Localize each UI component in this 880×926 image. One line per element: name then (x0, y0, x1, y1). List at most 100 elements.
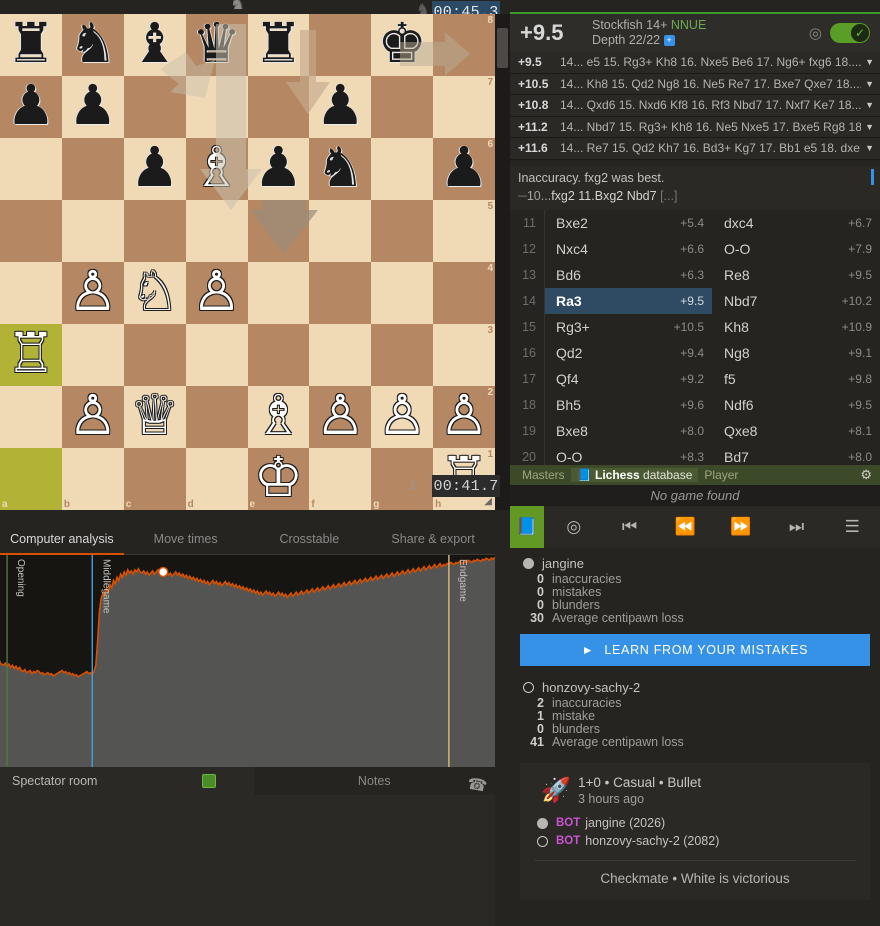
move-black-17[interactable]: f5 +9.8 (712, 366, 880, 392)
square-h7[interactable]: 7 (433, 76, 495, 138)
gear-icon[interactable]: ⚙ (860, 467, 872, 483)
move-black-12[interactable]: O-O +7.9 (712, 236, 880, 262)
engine-variations[interactable]: +9.5 14... e5 15. Rg3+ Kh8 16. Nxe5 Be6 1… (510, 52, 880, 160)
piece-white-p-h2[interactable]: ♙ (433, 386, 495, 448)
engine-line-1[interactable]: +9.5 14... e5 15. Rg3+ Kh8 16. Nxe5 Be6 1… (510, 52, 880, 74)
piece-black-p-b7[interactable]: ♟ (62, 76, 124, 138)
analysis-toggle-button[interactable]: ◎ (546, 506, 602, 548)
piece-white-p-g2[interactable]: ♙ (371, 386, 433, 448)
move-black-13[interactable]: Re8 +9.5 (712, 262, 880, 288)
move-white-16[interactable]: Qd2 +9.4 (544, 340, 712, 366)
piece-black-p-e6[interactable]: ♟ (248, 138, 310, 200)
eval-chart-svg[interactable]: Opening Middlegame Endgame (0, 555, 495, 767)
square-h8[interactable]: 8 (433, 14, 495, 76)
square-c5[interactable] (123, 200, 186, 262)
chart-current-move-marker[interactable] (157, 566, 169, 578)
square-d5[interactable] (185, 200, 248, 262)
opening-book-button[interactable]: 📘 (510, 506, 544, 548)
square-d7[interactable] (185, 76, 248, 138)
piece-white-p-b4[interactable]: ♙ (62, 262, 124, 324)
move-black-16[interactable]: Ng8 +9.1 (712, 340, 880, 366)
piece-white-n-c4[interactable]: ♘ (124, 262, 186, 324)
square-c7[interactable] (123, 76, 186, 138)
chevron-down-icon[interactable]: ▼ (865, 143, 874, 153)
tab-notes[interactable]: Notes ☎ (254, 767, 496, 796)
move-black-18[interactable]: Ndf6 +9.5 (712, 392, 880, 418)
engine-line-3[interactable]: +10.8 14... Qxd6 15. Nxd6 Kf8 16. Rf3 Nbd… (510, 95, 880, 117)
last-move-button[interactable]: ⏭ (769, 506, 825, 548)
move-white-11[interactable]: Bxe2 +5.4 (544, 210, 712, 236)
db-tab-lichess[interactable]: 📘 Lichess database (570, 468, 699, 482)
square-b6[interactable] (61, 138, 124, 200)
chat-tabs[interactable]: Spectator room Notes ☎ (0, 767, 496, 796)
move-white-15[interactable]: Rg3+ +10.5 (544, 314, 712, 340)
white-player-head[interactable]: jangine (520, 556, 870, 571)
engine-line-2[interactable]: +10.5 14... Kh8 15. Qd2 Ng8 16. Ne5 Re7 1… (510, 73, 880, 95)
db-tab-masters[interactable]: Masters (516, 468, 571, 482)
square-a1[interactable]: a (0, 448, 62, 510)
move-black-11[interactable]: dxc4 +6.7 (712, 210, 880, 236)
piece-white-p-f2[interactable]: ♙ (309, 386, 371, 448)
square-f5[interactable] (309, 200, 372, 262)
square-b1[interactable]: b (61, 448, 124, 510)
chevron-down-icon[interactable]: ▼ (865, 57, 874, 67)
square-e7[interactable] (247, 76, 310, 138)
move-black-19[interactable]: Qxe8 +8.1 (712, 418, 880, 444)
tab-spectator-room[interactable]: Spectator room (0, 767, 254, 795)
comment-ellipsis[interactable]: [...] (660, 189, 677, 203)
move-white-18[interactable]: Bh5 +9.6 (544, 392, 712, 418)
chevron-down-icon[interactable]: ▼ (865, 79, 874, 89)
square-e3[interactable] (247, 324, 310, 386)
db-tab-player[interactable]: Player (698, 468, 744, 482)
engine-plus-badge[interactable]: + (663, 35, 675, 46)
analysis-tabs[interactable]: Computer analysis Move times Crosstable Sha… (0, 526, 495, 555)
square-h5[interactable]: 5 (433, 200, 495, 262)
square-a6[interactable] (0, 138, 62, 200)
piece-white-q-c2[interactable]: ♕ (124, 386, 186, 448)
square-d1[interactable]: d (185, 448, 248, 510)
square-a2[interactable] (0, 386, 62, 448)
square-g7[interactable] (371, 76, 434, 138)
learn-from-mistakes-button[interactable]: ► LEARN FROM YOUR MISTAKES (520, 634, 870, 666)
square-a5[interactable] (0, 200, 62, 262)
chess-board[interactable]: ♜ ♞ ♝ ♛ ♜ ♚ 8 ♟ ♟ ♟ 7 ♟ ♗ ♟ ♞ 6 ♟ 5 ♙ ♘ ♙ 4 ♖ 3 ♙ ♕ ♗ ♙ ♙ 2 ♙ a b c d e ♔ f g 1… (0, 14, 495, 510)
square-c3[interactable] (123, 324, 186, 386)
square-b3[interactable] (61, 324, 124, 386)
square-f1[interactable]: f (309, 448, 372, 510)
tab-share-export[interactable]: Share & export (371, 526, 495, 555)
board-controls[interactable]: 📘 ◎ ⏮ ⏪ ⏩ ⏭ ☰ (510, 506, 880, 548)
move-black-14[interactable]: Nbd7 +10.2 (712, 288, 880, 314)
engine-toggle[interactable]: ✓ (830, 23, 870, 43)
piece-black-r-a8[interactable]: ♜ (0, 14, 62, 76)
move-white-19[interactable]: Bxe8 +8.0 (544, 418, 712, 444)
piece-black-b-c8[interactable]: ♝ (124, 14, 186, 76)
piece-black-p-f7[interactable]: ♟ (309, 76, 371, 138)
square-a4[interactable] (0, 262, 62, 324)
square-f3[interactable] (309, 324, 372, 386)
piece-black-n-b8[interactable]: ♞ (62, 14, 124, 76)
move-list[interactable]: 11 Bxe2 +5.4 dxc4 +6.7 12 Nxc4 +6.6 O-O +7.9 13 Bd6… (510, 210, 880, 465)
piece-white-k-e1[interactable]: ♔ (248, 448, 310, 510)
tab-computer-analysis[interactable]: Computer analysis (0, 526, 124, 555)
black-player-head[interactable]: honzovy-sachy-2 (520, 680, 870, 695)
move-white-20[interactable]: O-O +8.3 (544, 444, 712, 465)
scrollbar-thumb[interactable] (497, 28, 508, 68)
move-black-20[interactable]: Bd7 +8.0 (712, 444, 880, 465)
piece-black-q-d8[interactable]: ♛ (186, 14, 248, 76)
square-e4[interactable] (247, 262, 310, 324)
square-h4[interactable]: 4 (433, 262, 495, 324)
piece-white-b-e2[interactable]: ♗ (248, 386, 310, 448)
piece-white-b-d6[interactable]: ♗ (186, 138, 248, 200)
square-g4[interactable] (371, 262, 434, 324)
board-resize-handle[interactable]: ◢ (484, 496, 492, 507)
database-tabs[interactable]: Masters 📘 Lichess database Player ⚙ (510, 465, 880, 485)
piece-white-p-d4[interactable]: ♙ (186, 262, 248, 324)
square-d3[interactable] (185, 324, 248, 386)
engine-line-5[interactable]: +11.6 14... Re7 15. Qd2 Kh7 16. Bd3+ Kg7 … (510, 138, 880, 160)
move-white-14[interactable]: Ra3 +9.5 (544, 288, 712, 314)
next-move-button[interactable]: ⏩ (713, 506, 769, 548)
move-white-13[interactable]: Bd6 +6.3 (544, 262, 712, 288)
piece-black-p-a7[interactable]: ♟ (0, 76, 62, 138)
game-black-player[interactable]: BOT honzovy-sachy-2 (2082) (534, 834, 856, 848)
comment-variation[interactable]: ─10...fxg2 11.Bxg2 Nbd7 [...] (518, 187, 872, 205)
